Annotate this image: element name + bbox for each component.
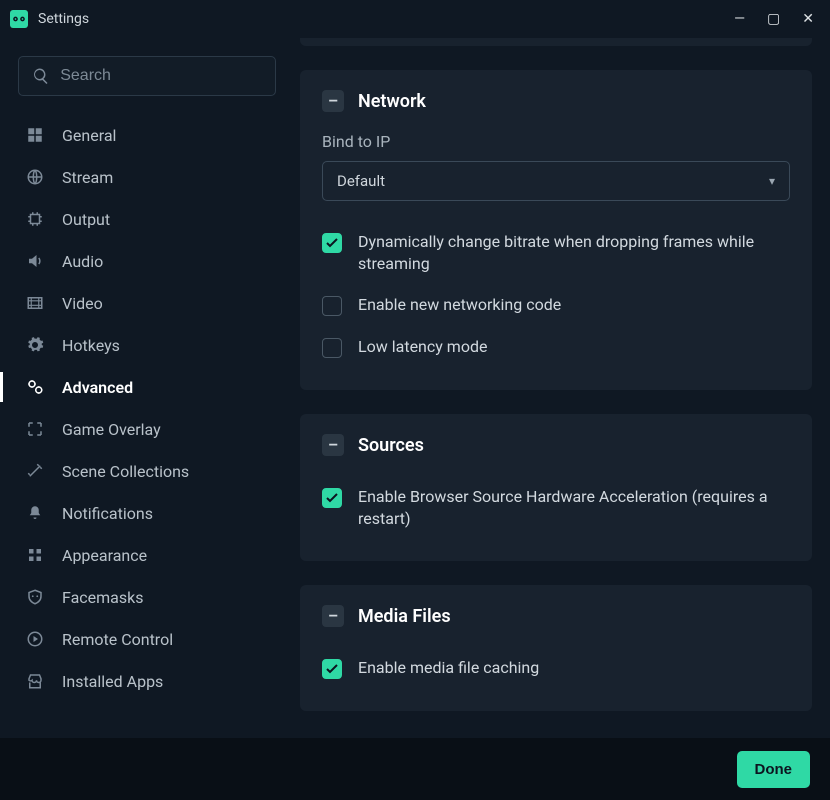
checkbox-icon <box>322 488 342 508</box>
gears-icon <box>24 378 46 396</box>
checkbox-label: Dynamically change bitrate when dropping… <box>358 231 790 274</box>
sidebar-item-label: Hotkeys <box>62 336 120 355</box>
panel-title: Network <box>358 91 426 112</box>
checkbox-icon <box>322 338 342 358</box>
sidebar-item-label: Notifications <box>62 504 153 523</box>
panel-title: Media Files <box>358 606 451 627</box>
checkbox-icon <box>322 296 342 316</box>
sidebar-item-label: Scene Collections <box>62 462 189 481</box>
window-title: Settings <box>38 11 724 27</box>
sidebar-item-stream[interactable]: Stream <box>18 158 276 196</box>
sidebar: General Stream Output Audio Video Hotkey… <box>0 38 286 738</box>
sidebar-item-label: Appearance <box>62 546 147 565</box>
volume-icon <box>24 252 46 270</box>
sidebar-item-label: Installed Apps <box>62 672 163 691</box>
close-button[interactable]: ✕ <box>802 11 814 27</box>
sidebar-item-label: Stream <box>62 168 113 187</box>
checkbox-label: Low latency mode <box>358 336 487 358</box>
sidebar-item-advanced[interactable]: Advanced <box>18 368 276 406</box>
checkbox-low-latency[interactable]: Low latency mode <box>322 326 790 368</box>
sidebar-item-audio[interactable]: Audio <box>18 242 276 280</box>
search-input[interactable] <box>60 67 263 85</box>
sidebar-item-general[interactable]: General <box>18 116 276 154</box>
sidebar-item-label: Output <box>62 210 110 229</box>
checkbox-dynamic-bitrate[interactable]: Dynamically change bitrate when dropping… <box>322 221 790 284</box>
checkbox-icon <box>322 233 342 253</box>
sidebar-item-label: Advanced <box>62 378 133 397</box>
collapse-button[interactable]: – <box>322 434 344 456</box>
minimize-button[interactable]: — <box>734 11 745 27</box>
bell-icon <box>24 504 46 522</box>
sidebar-item-output[interactable]: Output <box>18 200 276 238</box>
checkbox-label: Enable Browser Source Hardware Accelerat… <box>358 486 790 529</box>
grid-icon <box>24 126 46 144</box>
store-icon <box>24 672 46 690</box>
sidebar-item-label: Remote Control <box>62 630 173 649</box>
sidebar-item-label: Facemasks <box>62 588 144 607</box>
collapse-button[interactable]: – <box>322 605 344 627</box>
sidebar-item-game-overlay[interactable]: Game Overlay <box>18 410 276 448</box>
titlebar: Settings — ▢ ✕ <box>0 0 830 38</box>
footer: Done <box>0 738 830 800</box>
sidebar-item-video[interactable]: Video <box>18 284 276 322</box>
sidebar-item-notifications[interactable]: Notifications <box>18 494 276 532</box>
chip-icon <box>24 210 46 228</box>
sidebar-item-label: General <box>62 126 116 145</box>
sidebar-item-facemasks[interactable]: Facemasks <box>18 578 276 616</box>
collapse-button[interactable]: – <box>322 90 344 112</box>
maximize-button[interactable]: ▢ <box>767 11 780 27</box>
wand-icon <box>24 462 46 480</box>
bind-ip-label: Bind to IP <box>322 132 790 151</box>
panel-sources: – Sources Enable Browser Source Hardware… <box>300 414 812 561</box>
chevron-down-icon: ▾ <box>769 174 775 188</box>
shield-icon <box>24 588 46 606</box>
checkbox-icon <box>322 659 342 679</box>
done-button[interactable]: Done <box>737 751 811 788</box>
expand-icon <box>24 420 46 438</box>
panel-network: – Network Bind to IP Default ▾ Dynamical… <box>300 70 812 390</box>
search-box[interactable] <box>18 56 276 96</box>
globe-icon <box>24 168 46 186</box>
main-content: – Network Bind to IP Default ▾ Dynamical… <box>286 38 830 738</box>
sidebar-item-remote-control[interactable]: Remote Control <box>18 620 276 658</box>
checkbox-media-caching[interactable]: Enable media file caching <box>322 647 790 689</box>
sidebar-item-label: Video <box>62 294 103 313</box>
checkbox-label: Enable media file caching <box>358 657 539 679</box>
previous-panel-edge <box>300 38 812 46</box>
sidebar-item-appearance[interactable]: Appearance <box>18 536 276 574</box>
panel-media-files: – Media Files Enable media file caching <box>300 585 812 711</box>
bind-ip-select[interactable]: Default ▾ <box>322 161 790 201</box>
sidebar-item-label: Audio <box>62 252 103 271</box>
select-value: Default <box>337 172 385 190</box>
panel-title: Sources <box>358 435 424 456</box>
checkbox-label: Enable new networking code <box>358 294 561 316</box>
checkbox-browser-hwaccel[interactable]: Enable Browser Source Hardware Accelerat… <box>322 476 790 539</box>
app-icon <box>10 10 28 28</box>
gear-icon <box>24 336 46 354</box>
sidebar-item-label: Game Overlay <box>62 420 161 439</box>
play-circle-icon <box>24 630 46 648</box>
checkbox-new-networking[interactable]: Enable new networking code <box>322 284 790 326</box>
search-icon <box>31 67 50 85</box>
sidebar-item-installed-apps[interactable]: Installed Apps <box>18 662 276 700</box>
sidebar-item-scene-collections[interactable]: Scene Collections <box>18 452 276 490</box>
swatch-icon <box>24 546 46 564</box>
sidebar-item-hotkeys[interactable]: Hotkeys <box>18 326 276 364</box>
film-icon <box>24 294 46 312</box>
